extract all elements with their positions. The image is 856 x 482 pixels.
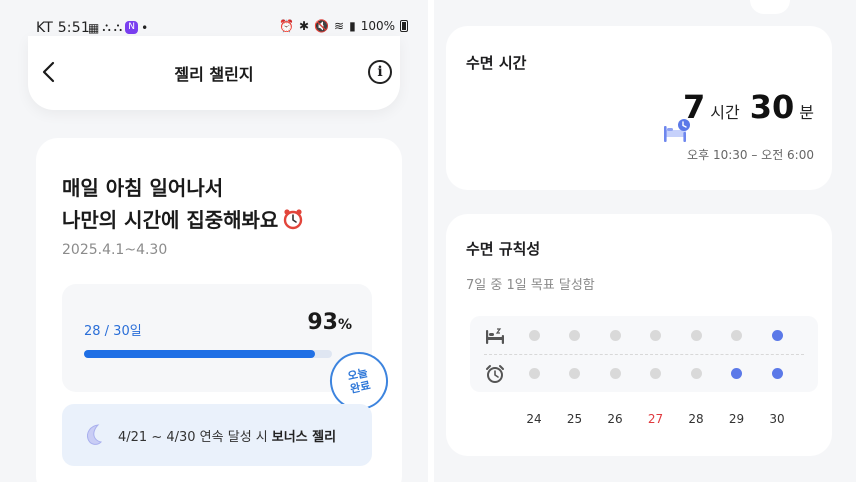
bedtime-dot-27 (650, 330, 661, 341)
jelly-icon (87, 424, 103, 445)
progress-bar (84, 350, 332, 358)
sleep-time-range: 오후 10:30 – 오전 6:00 (687, 148, 814, 162)
status-carrier-time: KT 5:51 (36, 20, 90, 36)
left-phone-screen: KT 5:51 ▦ ⛬ ⛬ N • ⏰ ✱ 🔇 ≋ ▮ 100% 젤리 챌린지 … (0, 0, 428, 482)
day-label-27: 27 (647, 412, 664, 426)
bedtime-dot-30 (771, 330, 783, 341)
sleep-time-title: 수면 시간 (466, 54, 527, 72)
progress-percent-value: 93 (307, 310, 338, 335)
right-phone-screen: 수면 시간 7 시간 30 분 오후 10:30 – 오전 6:00 수면 규칙… (434, 0, 856, 482)
more-notifications-icon: • (141, 20, 149, 35)
wake-dot-25 (569, 368, 580, 379)
page-title: 젤리 챌린지 (174, 65, 254, 84)
sleep-duration: 7 시간 30 분 (683, 88, 814, 126)
progress-bar-fill (84, 350, 315, 358)
alarm-row-icon (486, 365, 504, 383)
challenge-date-range: 2025.4.1~4.30 (62, 242, 168, 258)
regularity-subtitle: 7일 중 1일 목표 달성함 (466, 278, 595, 293)
system-icons: ⏰ ✱ 🔇 ≋ ▮ 100% (279, 19, 408, 33)
wake-dot-27 (650, 368, 661, 379)
info-icon: i (377, 64, 383, 80)
progress-percent: 93% (307, 310, 352, 335)
wake-dot-30 (771, 368, 783, 379)
battery-icon (400, 20, 408, 32)
bedtime-dot-26 (609, 330, 621, 341)
sleep-minutes-unit: 분 (799, 103, 814, 122)
bonus-banner[interactable]: 4/21 ~ 4/30 연속 달성 시 보너스 젤리 (62, 404, 372, 466)
sleep-minutes: 30 (749, 88, 795, 126)
wake-dot-26 (609, 368, 621, 379)
info-button[interactable]: i (368, 60, 392, 84)
alarm-icon: ⏰ (279, 19, 294, 33)
day-label-24: 24 (526, 412, 542, 426)
progress-percent-unit: % (337, 317, 352, 333)
progress-panel: 28 / 30일 93% 오늘 완료 (62, 284, 394, 416)
app-icon: ⛬ (102, 20, 111, 34)
regularity-title: 수면 규칙성 (466, 240, 541, 258)
bonus-highlight: 보너스 젤리 (271, 430, 337, 445)
bed-row-icon (486, 328, 504, 344)
mute-icon: 🔇 (314, 19, 330, 33)
wake-dot-24 (528, 368, 540, 379)
bedtime-dot-24 (528, 330, 540, 341)
clock-time: 5:51 (57, 20, 90, 36)
challenge-title-line2-wrap: 나만의 시간에 집중해봐요 (62, 204, 304, 236)
notification-icons: ▦ ⛬ ⛬ N • (88, 20, 148, 35)
alarm-clock-icon (284, 209, 303, 230)
calendar-icon: ▦ (88, 20, 100, 35)
sleep-hours-unit: 시간 (710, 103, 740, 122)
bedtime-dot-28 (690, 330, 702, 341)
bonus-text: 4/21 ~ 4/30 연속 달성 시 보너스 젤리 (118, 426, 336, 445)
bedtime-dot-29 (731, 330, 742, 341)
battery-percent: 100% (360, 19, 395, 33)
bonus-condition: 4/21 ~ 4/30 연속 달성 시 (118, 430, 268, 445)
carrier-label: KT (36, 20, 54, 36)
day-label-26: 26 (607, 412, 623, 426)
bedtime-dot-25 (569, 330, 580, 341)
regularity-grid (470, 316, 818, 392)
signal-icon: ▮ (349, 19, 356, 33)
day-label-30: 30 (769, 412, 785, 426)
sleep-hours: 7 (683, 88, 706, 126)
scroll-indicator (750, 0, 790, 14)
sleep-time-card[interactable]: 수면 시간 7 시간 30 분 오후 10:30 – 오전 6:00 (446, 26, 832, 190)
day-label-28: 28 (688, 412, 704, 426)
bluetooth-icon: ✱ (299, 19, 310, 33)
day-label-29: 29 (728, 412, 745, 426)
day-label-25: 25 (566, 412, 583, 426)
app-header: 젤리 챌린지 i (28, 36, 400, 110)
wake-dot-28 (690, 368, 702, 379)
notification-badge: N (125, 21, 139, 34)
wake-dot-29 (731, 368, 742, 379)
progress-count: 28 / 30일 (84, 324, 142, 339)
grid-divider (484, 354, 804, 355)
challenge-title-line1: 매일 아침 일어나서 (62, 176, 224, 200)
wifi-icon: ≋ (334, 19, 345, 33)
sleep-regularity-card[interactable]: 수면 규칙성 7일 중 1일 목표 달성함 24 25 26 27 28 29 30 (446, 214, 832, 456)
challenge-title: 매일 아침 일어나서 나만의 시간에 집중해봐요 (62, 172, 304, 236)
challenge-card: 매일 아침 일어나서 나만의 시간에 집중해봐요 2025.4.1~4.30 2… (36, 138, 402, 482)
app-icon: ⛬ (113, 20, 123, 34)
challenge-title-line2: 나만의 시간에 집중해봐요 (62, 208, 279, 232)
